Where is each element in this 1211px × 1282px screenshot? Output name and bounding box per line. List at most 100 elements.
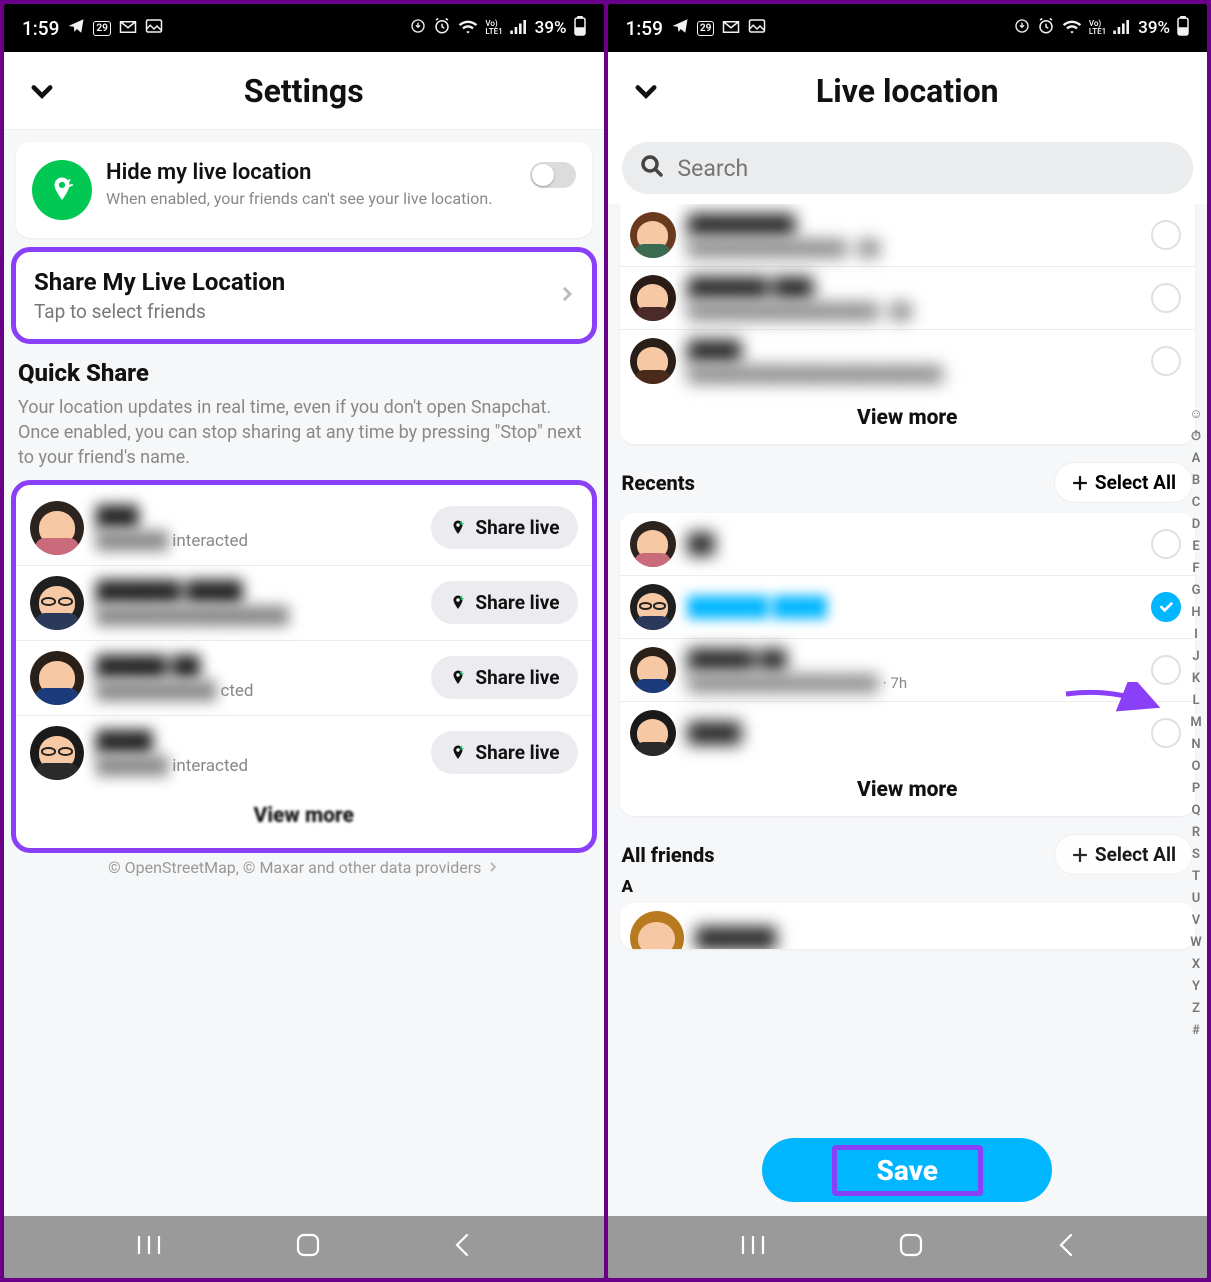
settings-header: Settings	[4, 52, 604, 130]
alpha-letter[interactable]: H	[1187, 602, 1205, 624]
alpha-letter[interactable]: D	[1187, 514, 1205, 536]
avatar	[630, 521, 676, 567]
view-more-button[interactable]: View more	[620, 764, 1196, 816]
select-radio[interactable]	[1151, 592, 1181, 622]
friend-row[interactable]: ████ ████████████████████████ ..	[620, 329, 1196, 392]
search-field[interactable]	[622, 142, 1194, 194]
avatar	[30, 501, 84, 555]
alpha-letter[interactable]: Q	[1187, 800, 1205, 822]
share-live-button[interactable]: Share live	[431, 656, 577, 699]
dismiss-chevron[interactable]	[22, 71, 62, 111]
calendar-icon: 29	[93, 21, 110, 36]
dismiss-chevron[interactable]	[626, 71, 666, 111]
alpha-letter[interactable]: ☺	[1187, 404, 1205, 426]
alpha-letter[interactable]: X	[1187, 954, 1205, 976]
view-more-button[interactable]: View more	[16, 790, 592, 842]
alpha-letter[interactable]: C	[1187, 492, 1205, 514]
search-input[interactable]	[676, 154, 1176, 183]
select-radio[interactable]	[1151, 718, 1181, 748]
android-status-bar: 1:59 29 Vo)LTE1	[4, 4, 604, 52]
status-time: 1:59	[626, 17, 663, 40]
hide-live-location-card: Hide my live location When enabled, your…	[16, 142, 592, 238]
annotation-arrow	[1061, 682, 1161, 722]
all-friends-list: ██████	[620, 903, 1196, 949]
recents-button[interactable]	[740, 1234, 766, 1260]
home-button[interactable]	[898, 1232, 924, 1262]
friend-row[interactable]: ██	[620, 513, 1196, 575]
friend-name: ████	[688, 339, 1140, 363]
avatar	[30, 651, 84, 705]
page-title: Settings	[4, 72, 604, 110]
all-friends-label: All friends	[622, 843, 715, 867]
friend-name: █████ ██	[688, 648, 1140, 672]
share-my-live-location-row[interactable]: Share My Live Location Tap to select fri…	[16, 252, 592, 339]
alpha-letter[interactable]: Y	[1187, 976, 1205, 998]
alpha-letter[interactable]: N	[1187, 734, 1205, 756]
alpha-letter[interactable]: J	[1187, 646, 1205, 668]
avatar	[30, 726, 84, 780]
download-icon	[1014, 18, 1030, 39]
share-live-button[interactable]: Share live	[431, 581, 577, 624]
avatar	[630, 584, 676, 630]
recents-list: ██ ██████ ████ █████ ██ ████████████████…	[620, 513, 1196, 816]
view-more-button[interactable]: View more	[620, 392, 1196, 444]
select-radio[interactable]	[1151, 220, 1181, 250]
select-radio[interactable]	[1151, 529, 1181, 559]
gmail-icon	[722, 18, 740, 39]
gallery-icon	[748, 18, 766, 39]
avatar	[630, 911, 684, 949]
signal-icon	[510, 18, 528, 39]
alpha-letter[interactable]: R	[1187, 822, 1205, 844]
live-location-header: Live location	[608, 52, 1208, 130]
back-button[interactable]	[453, 1232, 471, 1262]
battery-icon	[1177, 16, 1189, 41]
alpha-letter[interactable]: ⏱	[1187, 426, 1205, 448]
friend-row[interactable]: ██████	[620, 903, 1196, 949]
alpha-letter[interactable]: Z	[1187, 998, 1205, 1020]
share-live-button[interactable]: Share live	[431, 506, 577, 549]
status-time: 1:59	[22, 17, 59, 40]
alpha-letter[interactable]: F	[1187, 558, 1205, 580]
back-button[interactable]	[1057, 1232, 1075, 1262]
alpha-index[interactable]: ☺⏱ABCDEFGHIJKLMNOPQRSTUVWXYZ#	[1187, 404, 1205, 1042]
share-live-button[interactable]: Share live	[431, 731, 577, 774]
friend-name: ██████ ███	[688, 276, 1140, 300]
suggested-list: ████████ ███████████████ · ██ ██████ ███…	[620, 204, 1196, 444]
alpha-letter[interactable]: B	[1187, 470, 1205, 492]
alpha-letter[interactable]: T	[1187, 866, 1205, 888]
avatar	[630, 275, 676, 321]
select-all-button-2[interactable]: Select All	[1054, 834, 1193, 875]
alpha-letter[interactable]: S	[1187, 844, 1205, 866]
quick-share-row: ████ ██████interacted Share live	[16, 715, 592, 790]
select-all-button[interactable]: Select All	[1054, 462, 1193, 503]
save-button[interactable]: Save	[762, 1138, 1052, 1202]
friend-row[interactable]: ██████ ███ ██████████████████ · ██	[620, 266, 1196, 329]
quick-share-friends-card: ███ ██████interacted Share live ██████ █…	[16, 485, 592, 848]
alpha-letter[interactable]: A	[1187, 448, 1205, 470]
alpha-letter[interactable]: K	[1187, 668, 1205, 690]
phone-settings: 1:59 29 Vo)LTE1	[4, 4, 604, 1278]
avatar	[30, 576, 84, 630]
alpha-letter[interactable]: O	[1187, 756, 1205, 778]
friend-row[interactable]: ████████ ███████████████ · ██	[620, 204, 1196, 266]
alpha-letter[interactable]: U	[1187, 888, 1205, 910]
alpha-letter[interactable]: P	[1187, 778, 1205, 800]
android-nav-bar	[608, 1216, 1208, 1278]
friend-name: █████ ██	[96, 654, 419, 679]
select-radio[interactable]	[1151, 655, 1181, 685]
home-button[interactable]	[295, 1232, 321, 1262]
alpha-letter[interactable]: L	[1187, 690, 1205, 712]
hide-toggle[interactable]	[530, 162, 576, 188]
alpha-letter[interactable]: M	[1187, 712, 1205, 734]
friend-name: ██████ ████	[688, 595, 1140, 619]
alpha-letter[interactable]: V	[1187, 910, 1205, 932]
alpha-letter[interactable]: E	[1187, 536, 1205, 558]
select-radio[interactable]	[1151, 283, 1181, 313]
alpha-letter[interactable]: W	[1187, 932, 1205, 954]
select-radio[interactable]	[1151, 346, 1181, 376]
alpha-letter[interactable]: I	[1187, 624, 1205, 646]
alpha-letter[interactable]: #	[1187, 1020, 1205, 1042]
friend-row[interactable]: ██████ ████	[620, 575, 1196, 638]
alpha-letter[interactable]: G	[1187, 580, 1205, 602]
recents-button[interactable]	[136, 1234, 162, 1260]
